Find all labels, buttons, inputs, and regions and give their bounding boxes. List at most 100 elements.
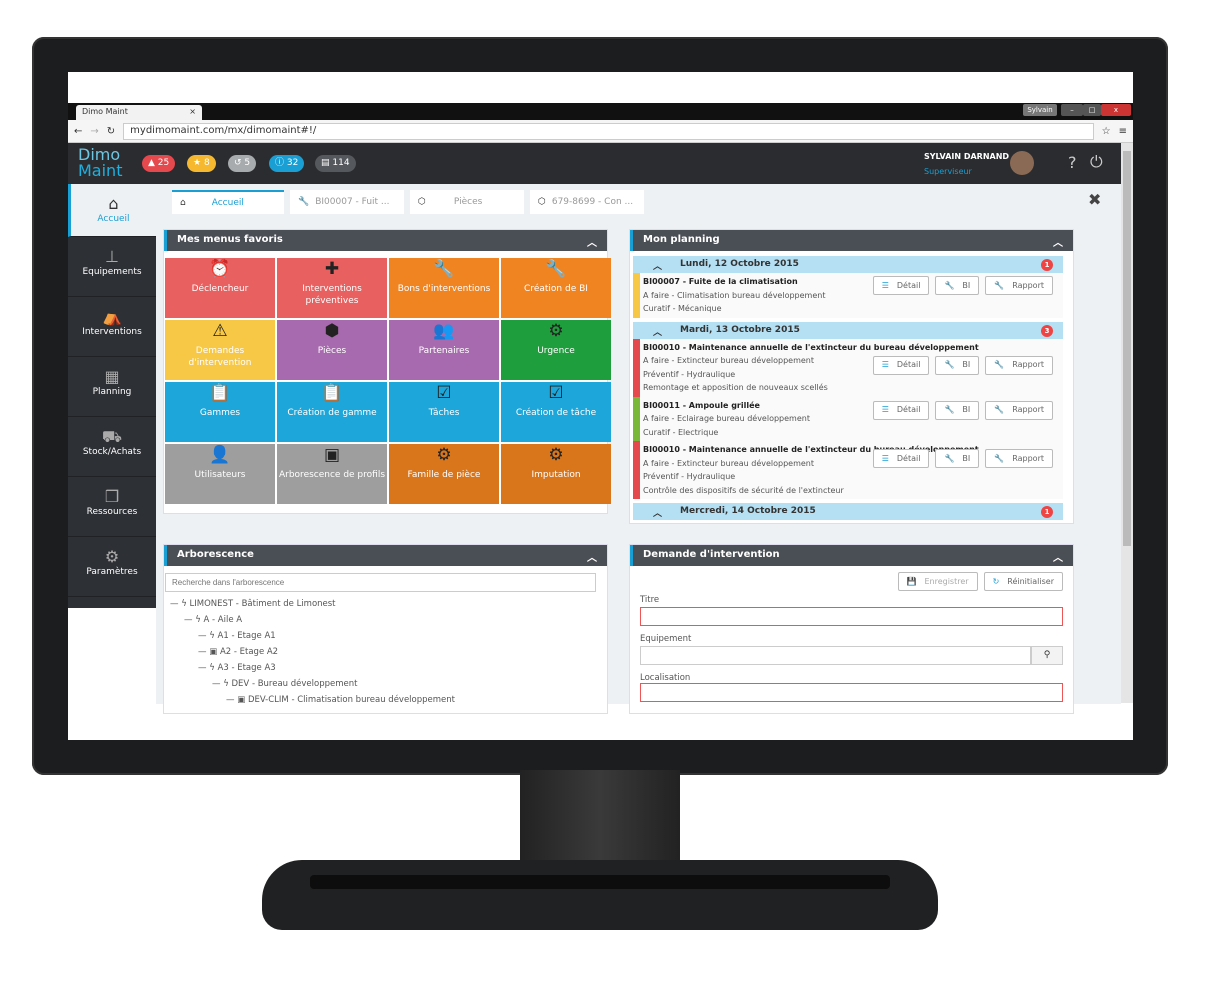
sidebar-item-interventions[interactable]: ⛺ Interventions: [68, 297, 156, 357]
planning-day[interactable]: ︿ Mercredi, 14 Octobre 2015 1: [633, 503, 1063, 520]
avatar[interactable]: [1010, 151, 1034, 175]
rapport-button[interactable]: 🔧 Rapport: [985, 355, 1053, 375]
favori-tile[interactable]: 🔧 Bons d'interventions: [389, 258, 499, 318]
minimize-button[interactable]: –: [1061, 104, 1083, 116]
collapse-icon[interactable]: ︿: [1053, 549, 1063, 564]
url-input[interactable]: mydimomaint.com/mx/dimomaint#!/: [123, 122, 1094, 140]
detail-button[interactable]: ☰ Détail: [872, 355, 930, 375]
close-all-tabs-icon[interactable]: ✖: [1088, 190, 1101, 209]
day-date: Mercredi, 14 Octobre 2015: [680, 506, 816, 516]
info-badge[interactable]: ⓘ 32: [269, 155, 305, 172]
maximize-button[interactable]: □: [1083, 104, 1101, 116]
sidebar-item-parametres[interactable]: ⚙ Paramètres: [68, 537, 156, 597]
tree-node[interactable]: — ϟ A1 - Etage A1: [170, 628, 601, 644]
wrench-icon: 🔧: [944, 280, 955, 290]
tree-node[interactable]: — ϟ A - Aile A: [170, 612, 601, 628]
tree-node[interactable]: — ▣ A2 - Etage A2: [170, 644, 601, 660]
collapse-icon[interactable]: ︿: [587, 549, 597, 564]
tab-pieces[interactable]: ⬡ Pièces: [410, 190, 524, 214]
profile-button[interactable]: Sylvain: [1023, 104, 1057, 116]
planning-day[interactable]: ︿ Mardi, 13 Octobre 2015 3: [633, 321, 1063, 339]
rapport-button[interactable]: 🔧 Rapport: [985, 449, 1053, 468]
documents-badge[interactable]: ▤ 114: [315, 155, 356, 172]
planning-event[interactable]: BI00010 - Maintenance annuelle de l'exti…: [633, 338, 1063, 397]
favori-tile[interactable]: ⏰ Déclencheur: [165, 258, 275, 318]
logo[interactable]: Dimo Maint: [78, 147, 122, 179]
page-scrollbar[interactable]: [1121, 143, 1133, 703]
chevron-up-icon[interactable]: ︿: [653, 325, 662, 339]
planning-event[interactable]: BI00011 - Ampoule grillée A faire - Eclai…: [633, 396, 1063, 441]
tree-node[interactable]: — ▣ DEV-CLIM - Climatisation bureau déve…: [170, 692, 601, 708]
event-type: Curatif - Mécanique: [643, 304, 722, 313]
detail-button[interactable]: ☰ Détail: [872, 400, 930, 420]
favori-tile[interactable]: 🔧 Création de BI: [501, 258, 611, 318]
favori-tile[interactable]: ⚠ Demandes d'intervention: [165, 320, 275, 380]
tab-accueil[interactable]: ⌂ Accueil: [172, 190, 284, 214]
favori-tile[interactable]: ⚙ Urgence: [501, 320, 611, 380]
tile-icon: ⚠: [212, 321, 228, 341]
favori-tile[interactable]: ✚ Interventions préventives: [277, 258, 387, 318]
equipement-input[interactable]: [640, 646, 1031, 665]
favori-tile[interactable]: ☑ Tâches: [389, 382, 499, 442]
history-badge[interactable]: ↺ 5: [228, 155, 257, 172]
chevron-up-icon[interactable]: ︿: [653, 506, 662, 520]
favori-tile[interactable]: ⚙ Famille de pièce: [389, 444, 499, 504]
reload-icon[interactable]: ↻: [107, 126, 115, 137]
favori-tile[interactable]: ⬢ Pièces: [277, 320, 387, 380]
tile-label: Création de tâche: [515, 408, 597, 418]
sidebar-item-stock[interactable]: ⛟ Stock/Achats: [68, 417, 156, 477]
list-icon: ☰: [881, 405, 889, 415]
browser-tab[interactable]: Dimo Maint ×: [76, 105, 202, 120]
favorites-badge[interactable]: ★ 8: [187, 155, 216, 172]
favori-tile[interactable]: 👥 Partenaires: [389, 320, 499, 380]
planning-day[interactable]: ︿ Lundi, 12 Octobre 2015 1: [633, 256, 1063, 273]
titre-input[interactable]: [640, 607, 1063, 626]
planning-event[interactable]: BI00007 - Fuite de la climatisation A fai…: [633, 273, 1063, 318]
favori-tile[interactable]: 👤 Utilisateurs: [165, 444, 275, 504]
sidebar-item-planning[interactable]: ▦ Planning: [68, 357, 156, 417]
favori-tile[interactable]: ⚙ Imputation: [501, 444, 611, 504]
menu-icon[interactable]: ≡: [1119, 126, 1127, 137]
rapport-button[interactable]: 🔧 Rapport: [985, 276, 1053, 295]
close-window-button[interactable]: x: [1101, 104, 1131, 116]
forward-icon[interactable]: →: [90, 126, 98, 137]
rapport-button[interactable]: 🔧 Rapport: [985, 400, 1053, 420]
tile-icon: ⬢: [324, 321, 340, 341]
tile-icon: ☑: [436, 383, 452, 403]
favori-tile[interactable]: ☑ Création de tâche: [501, 382, 611, 442]
tab-679-8699[interactable]: ⬡ 679-8699 - Con ...: [530, 190, 644, 214]
tree-node[interactable]: — ϟ A3 - Etage A3: [170, 660, 601, 676]
bi-button[interactable]: 🔧 BI: [935, 276, 980, 295]
detail-button[interactable]: ☰ Détail: [872, 449, 930, 468]
favori-tile[interactable]: ▣ Arborescence de profils: [277, 444, 387, 504]
binoculars-icon[interactable]: ⚲: [1031, 646, 1063, 665]
chevron-up-icon[interactable]: ︿: [653, 259, 662, 273]
bi-button[interactable]: 🔧 BI: [935, 400, 980, 420]
close-icon[interactable]: ×: [189, 107, 196, 118]
planning-event[interactable]: BI00010 - Maintenance annuelle de l'exti…: [633, 441, 1063, 499]
bi-button[interactable]: 🔧 BI: [935, 355, 980, 375]
collapse-icon[interactable]: ︿: [1053, 234, 1063, 249]
sidebar-item-ressources[interactable]: ❒ Ressources: [68, 477, 156, 537]
back-icon[interactable]: ←: [74, 126, 82, 137]
favori-tile[interactable]: 📋 Gammes: [165, 382, 275, 442]
home-icon: ⌂: [108, 194, 119, 213]
help-icon[interactable]: ?: [1068, 153, 1077, 172]
tree-node[interactable]: — ϟ LIMONEST - Bâtiment de Limonest: [170, 596, 601, 612]
reset-button[interactable]: ↻ Réinitialiser: [983, 572, 1063, 591]
screen: Dimo Maint × Sylvain – □ x ← → ↻ mydimomain…: [68, 72, 1133, 740]
sidebar-item-accueil[interactable]: ⌂ Accueil: [68, 184, 156, 237]
star-icon[interactable]: ☆: [1102, 126, 1111, 137]
detail-button[interactable]: ☰ Détail: [872, 276, 930, 295]
alerts-badge[interactable]: ▲ 25: [142, 155, 176, 172]
tab-bi00007[interactable]: 🔧 BI00007 - Fuit ...: [290, 190, 404, 214]
localisation-input[interactable]: [640, 683, 1063, 702]
save-button[interactable]: 💾 Enregistrer: [897, 572, 978, 591]
favori-tile[interactable]: 📋 Création de gamme: [277, 382, 387, 442]
power-icon[interactable]: ⏻: [1090, 152, 1103, 172]
tree-search-input[interactable]: [165, 573, 596, 592]
collapse-icon[interactable]: ︿: [587, 234, 597, 249]
sidebar-item-equipements[interactable]: ⊥ Equipements: [68, 237, 156, 297]
bi-button[interactable]: 🔧 BI: [935, 449, 980, 468]
tree-node[interactable]: — ϟ DEV - Bureau développement: [170, 676, 601, 692]
